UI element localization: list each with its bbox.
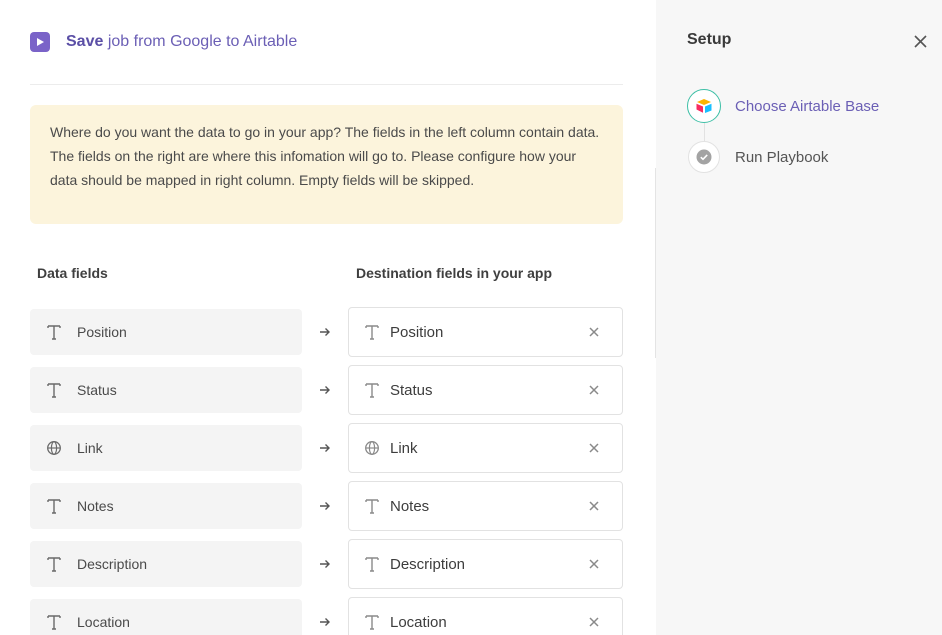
destination-field-label: Link bbox=[390, 439, 418, 457]
source-field: Link bbox=[30, 425, 302, 471]
text-type-icon bbox=[45, 323, 63, 341]
mapping-row: Link Link bbox=[30, 423, 623, 473]
setup-sidebar: Setup Choose Airtable Base Run Playbook bbox=[656, 0, 942, 635]
source-field-label: Position bbox=[77, 324, 127, 340]
mapping-row: Location Location bbox=[30, 597, 623, 635]
check-circle-icon bbox=[688, 141, 720, 173]
text-type-icon bbox=[45, 613, 63, 631]
globe-icon bbox=[45, 439, 63, 457]
destination-field[interactable]: Location bbox=[348, 597, 623, 635]
source-field: Position bbox=[30, 309, 302, 355]
arrow-right-icon bbox=[316, 497, 334, 515]
source-field-label: Status bbox=[77, 382, 117, 398]
source-field: Notes bbox=[30, 483, 302, 529]
step-label: Choose Airtable Base bbox=[735, 97, 880, 115]
step-run-playbook[interactable]: Run Playbook bbox=[687, 141, 828, 173]
text-type-icon bbox=[45, 381, 63, 399]
mapping-row: Position Position bbox=[30, 307, 623, 357]
destination-field[interactable]: Status bbox=[348, 365, 623, 415]
text-type-icon bbox=[45, 555, 63, 573]
destination-field[interactable]: Position bbox=[348, 307, 623, 357]
job-header: Save job from Google to Airtable bbox=[30, 28, 297, 56]
header-divider bbox=[30, 84, 623, 85]
source-field: Status bbox=[30, 367, 302, 413]
data-fields-heading: Data fields bbox=[37, 265, 108, 281]
source-field-label: Notes bbox=[77, 498, 114, 514]
airtable-logo-icon bbox=[687, 89, 721, 123]
job-action: Save bbox=[66, 33, 104, 50]
arrow-right-icon bbox=[316, 439, 334, 457]
text-type-icon bbox=[45, 497, 63, 515]
mapping-row: Notes Notes bbox=[30, 481, 623, 531]
destination-field[interactable]: Description bbox=[348, 539, 623, 589]
destination-fields-heading: Destination fields in your app bbox=[356, 265, 553, 281]
source-field: Description bbox=[30, 541, 302, 587]
mapping-row: Status Status bbox=[30, 365, 623, 415]
clear-field-icon[interactable] bbox=[586, 440, 602, 456]
source-field-label: Location bbox=[77, 614, 130, 630]
step-choose-airtable-base[interactable]: Choose Airtable Base bbox=[687, 89, 879, 123]
destination-field-label: Location bbox=[390, 613, 447, 631]
destination-field-label: Position bbox=[390, 323, 444, 341]
source-field-label: Description bbox=[77, 556, 148, 572]
setup-title: Setup bbox=[687, 31, 732, 48]
mapping-row: Description Description bbox=[30, 539, 623, 589]
job-description: job from Google to Airtable bbox=[103, 33, 298, 50]
clear-field-icon[interactable] bbox=[586, 498, 602, 514]
step-label: Run Playbook bbox=[735, 148, 829, 166]
step-connector bbox=[704, 123, 705, 141]
text-type-icon bbox=[363, 613, 381, 631]
arrow-right-icon bbox=[316, 555, 334, 573]
text-type-icon bbox=[363, 555, 381, 573]
mapping-panel: Save job from Google to Airtable Where d… bbox=[0, 0, 655, 635]
destination-field-label: Notes bbox=[390, 497, 430, 515]
play-icon bbox=[30, 32, 50, 52]
destination-field[interactable]: Link bbox=[348, 423, 623, 473]
text-type-icon bbox=[363, 381, 381, 399]
clear-field-icon[interactable] bbox=[586, 324, 602, 340]
text-type-icon bbox=[363, 497, 381, 515]
arrow-right-icon bbox=[316, 381, 334, 399]
destination-field-label: Status bbox=[390, 381, 433, 399]
app-window: Save job from Google to Airtable Where d… bbox=[0, 0, 942, 635]
notice-text: Where do you want the data to go in your… bbox=[50, 124, 600, 188]
clear-field-icon[interactable] bbox=[586, 382, 602, 398]
arrow-right-icon bbox=[316, 323, 334, 341]
destination-field[interactable]: Notes bbox=[348, 481, 623, 531]
text-type-icon bbox=[363, 323, 381, 341]
source-field: Location bbox=[30, 599, 302, 635]
destination-field-label: Description bbox=[390, 555, 466, 573]
globe-icon bbox=[363, 439, 381, 457]
arrow-right-icon bbox=[316, 613, 334, 631]
info-notice: Where do you want the data to go in your… bbox=[30, 105, 623, 224]
clear-field-icon[interactable] bbox=[586, 614, 602, 630]
job-title: Save job from Google to Airtable bbox=[66, 33, 297, 51]
source-field-label: Link bbox=[77, 440, 103, 456]
close-icon[interactable] bbox=[911, 32, 929, 50]
clear-field-icon[interactable] bbox=[586, 556, 602, 572]
